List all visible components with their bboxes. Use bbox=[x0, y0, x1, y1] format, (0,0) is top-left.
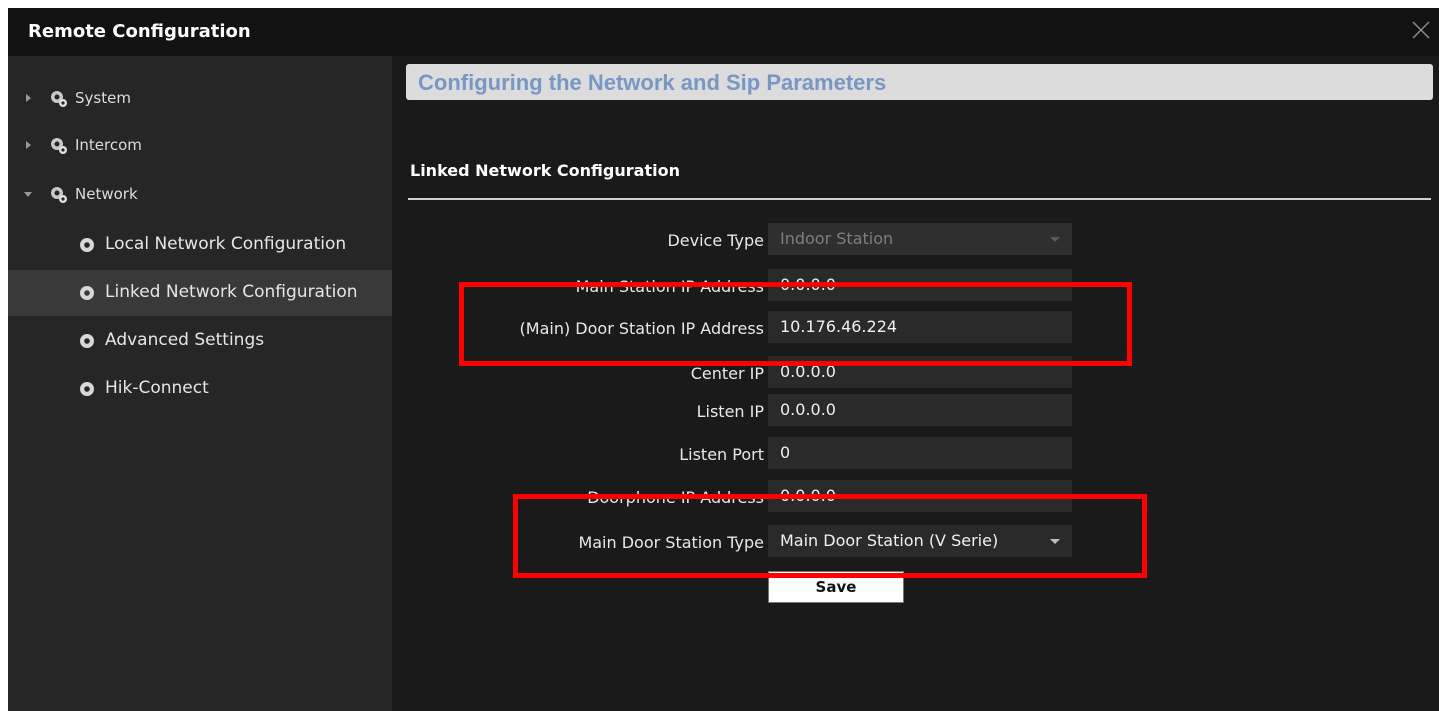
center-ip-input[interactable]: 0.0.0.0 bbox=[768, 356, 1072, 388]
listen-ip-value: 0.0.0.0 bbox=[780, 400, 836, 419]
listen-port-row: Listen Port 0 bbox=[392, 437, 1092, 471]
door-station-ip-row: (Main) Door Station IP Address 10.176.46… bbox=[392, 311, 1092, 345]
main-door-station-type-select[interactable]: Main Door Station (V Serie) bbox=[768, 525, 1072, 557]
close-icon bbox=[1412, 21, 1430, 39]
sidebar: System Intercom Network Local Network Co… bbox=[8, 56, 392, 711]
doorphone-ip-input[interactable]: 0.0.0.0 bbox=[768, 480, 1072, 512]
dropdown-caret-icon bbox=[1050, 237, 1060, 242]
arrow-down-icon[interactable] bbox=[24, 192, 32, 197]
main-station-ip-label: Main Station IP Address bbox=[575, 277, 764, 296]
window-title: Remote Configuration bbox=[28, 21, 251, 42]
gear-icon bbox=[80, 382, 94, 396]
listen-ip-input[interactable]: 0.0.0.0 bbox=[768, 394, 1072, 426]
device-type-value: Indoor Station bbox=[780, 229, 894, 248]
listen-port-input[interactable]: 0 bbox=[768, 437, 1072, 469]
section-divider bbox=[408, 198, 1431, 200]
sidebar-item-label: Advanced Settings bbox=[105, 330, 265, 350]
main-door-station-type-row: Main Door Station Type Main Door Station… bbox=[392, 525, 1092, 559]
gear-icon bbox=[51, 138, 67, 154]
title-bar: Remote Configuration bbox=[8, 8, 1439, 56]
gear-icon bbox=[80, 238, 94, 252]
sidebar-item-system[interactable]: System bbox=[8, 76, 392, 122]
main-door-station-type-value: Main Door Station (V Serie) bbox=[780, 531, 999, 550]
gear-icon bbox=[80, 286, 94, 300]
sidebar-item-label: Local Network Configuration bbox=[105, 234, 347, 254]
door-station-ip-input[interactable]: 10.176.46.224 bbox=[768, 311, 1072, 343]
sidebar-item-linked-network-configuration[interactable]: Linked Network Configuration bbox=[8, 270, 392, 316]
doorphone-ip-row: Doorphone IP Address 0.0.0.0 bbox=[392, 480, 1092, 514]
device-type-select: Indoor Station bbox=[768, 223, 1072, 255]
listen-ip-row: Listen IP 0.0.0.0 bbox=[392, 394, 1092, 428]
center-ip-row: Center IP 0.0.0.0 bbox=[392, 356, 1092, 390]
device-type-label: Device Type bbox=[667, 231, 764, 250]
door-station-ip-value: 10.176.46.224 bbox=[780, 317, 898, 336]
save-button[interactable]: Save bbox=[768, 571, 904, 603]
center-ip-label: Center IP bbox=[690, 364, 764, 383]
doorphone-ip-label: Doorphone IP Address bbox=[587, 488, 764, 507]
close-button[interactable] bbox=[1409, 18, 1433, 42]
sidebar-item-hik-connect[interactable]: Hik-Connect bbox=[8, 366, 392, 412]
page-title: Configuring the Network and Sip Paramete… bbox=[418, 70, 887, 95]
center-ip-value: 0.0.0.0 bbox=[780, 362, 836, 381]
arrow-right-icon[interactable] bbox=[26, 141, 31, 149]
gear-icon bbox=[80, 334, 94, 348]
gear-icon bbox=[51, 91, 67, 107]
main-station-ip-input[interactable]: 0.0.0.0 bbox=[768, 269, 1072, 301]
arrow-right-icon[interactable] bbox=[26, 94, 31, 102]
sidebar-item-label: Network bbox=[75, 185, 138, 203]
main-station-ip-value: 0.0.0.0 bbox=[780, 275, 836, 294]
sidebar-item-local-network-configuration[interactable]: Local Network Configuration bbox=[8, 222, 392, 268]
sidebar-item-advanced-settings[interactable]: Advanced Settings bbox=[8, 318, 392, 364]
sidebar-item-label: System bbox=[75, 89, 131, 107]
remote-configuration-window: Remote Configuration System Intercom Net… bbox=[8, 8, 1439, 711]
listen-port-value: 0 bbox=[780, 443, 791, 462]
main-panel: Configuring the Network and Sip Paramete… bbox=[392, 56, 1439, 711]
sidebar-item-network[interactable]: Network bbox=[8, 172, 392, 218]
sidebar-item-intercom[interactable]: Intercom bbox=[8, 123, 392, 169]
listen-port-label: Listen Port bbox=[679, 445, 764, 464]
sidebar-item-label: Linked Network Configuration bbox=[105, 282, 358, 302]
listen-ip-label: Listen IP bbox=[696, 402, 764, 421]
device-type-row: Device Type Indoor Station bbox=[392, 223, 1092, 257]
sidebar-item-label: Hik-Connect bbox=[105, 378, 209, 398]
dropdown-caret-icon[interactable] bbox=[1050, 539, 1060, 544]
main-station-ip-row: Main Station IP Address 0.0.0.0 bbox=[392, 269, 1092, 303]
doorphone-ip-value: 0.0.0.0 bbox=[780, 486, 836, 505]
page-heading-bar: Configuring the Network and Sip Paramete… bbox=[406, 64, 1433, 100]
main-door-station-type-label: Main Door Station Type bbox=[578, 533, 764, 552]
gear-icon bbox=[51, 187, 67, 203]
sidebar-item-label: Intercom bbox=[75, 136, 142, 154]
section-title: Linked Network Configuration bbox=[410, 161, 680, 180]
door-station-ip-label: (Main) Door Station IP Address bbox=[519, 319, 764, 338]
